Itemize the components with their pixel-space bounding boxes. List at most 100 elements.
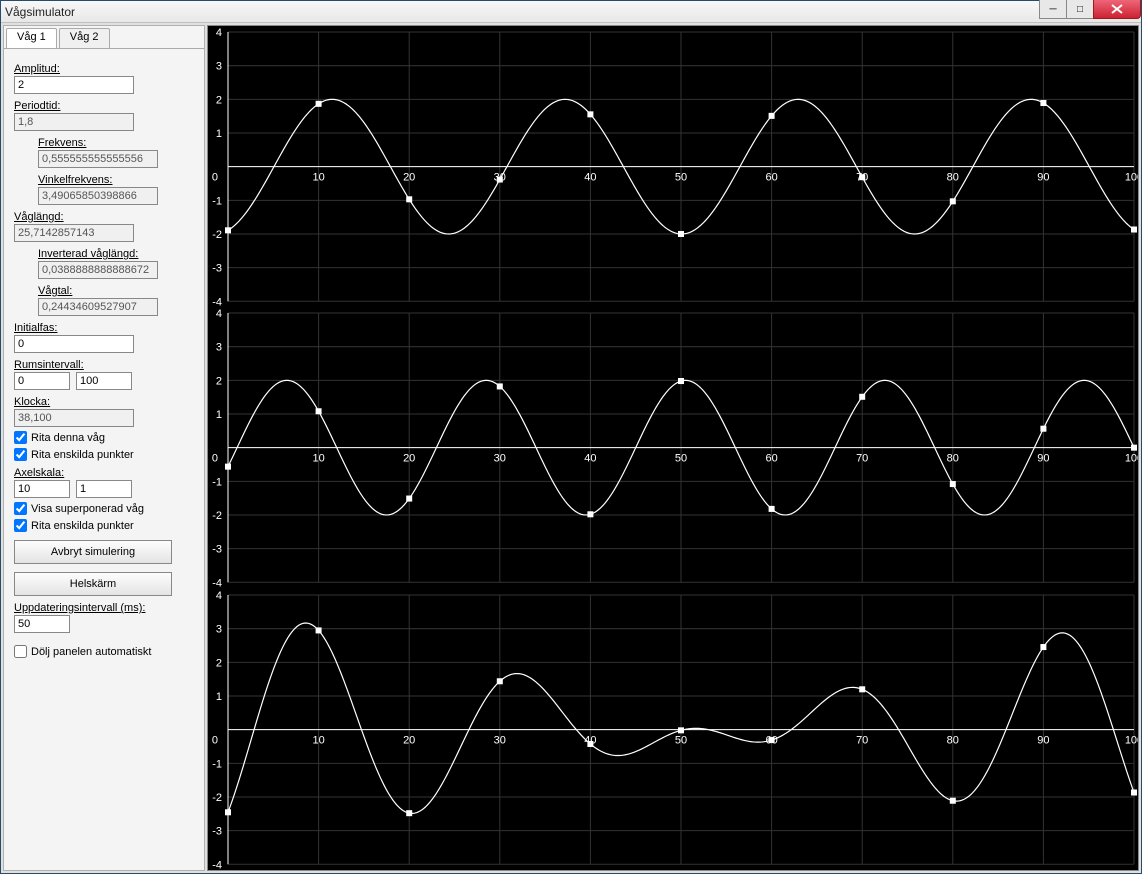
svg-text:-4: -4 [212,296,222,307]
app-body: Våg 1 Våg 2 Amplitud: Periodtid: Frekven… [1,23,1141,873]
svg-text:80: 80 [947,734,959,746]
svg-text:0: 0 [212,453,218,465]
svg-text:100: 100 [1125,172,1138,184]
svg-text:-2: -2 [212,792,222,804]
abort-simulation-button[interactable]: Avbryt simulering [14,540,172,564]
axis-scale-y-input[interactable] [76,480,132,498]
svg-text:70: 70 [856,734,868,746]
autohide-panel-checkbox[interactable] [14,645,27,658]
draw-points-checkbox-row: Rita enskilda punkter [14,448,194,461]
svg-text:-3: -3 [212,263,222,275]
svg-text:4: 4 [216,308,222,320]
svg-text:-3: -3 [212,544,222,556]
svg-text:30: 30 [494,453,506,465]
wavenumber-input[interactable] [38,298,158,316]
svg-text:-2: -2 [212,229,222,241]
svg-text:2: 2 [216,657,222,669]
svg-text:50: 50 [675,453,687,465]
maximize-button[interactable]: □ [1066,0,1094,19]
svg-text:80: 80 [947,453,959,465]
space-interval-hi-input[interactable] [76,372,132,390]
amplitude-label: Amplitud: [14,63,194,75]
clock-input[interactable] [14,409,134,427]
initial-phase-label: Initialfas: [14,322,194,334]
svg-text:10: 10 [312,734,324,746]
fullscreen-button[interactable]: Helskärm [14,572,172,596]
svg-text:50: 50 [675,172,687,184]
show-superposed-checkbox[interactable] [14,502,27,515]
svg-text:-4: -4 [212,859,222,870]
svg-text:-1: -1 [212,195,222,207]
minimize-button[interactable]: ─ [1039,0,1067,19]
svg-text:2: 2 [216,376,222,388]
autohide-panel-checkbox-row: Dölj panelen automatiskt [14,645,194,658]
frequency-input[interactable] [38,150,158,168]
svg-text:10: 10 [312,172,324,184]
amplitude-input[interactable] [14,76,134,94]
svg-text:3: 3 [216,342,222,354]
close-button[interactable] [1093,0,1141,19]
draw-super-points-checkbox-row: Rita enskilda punkter [14,519,194,532]
svg-text:-2: -2 [212,510,222,522]
svg-text:3: 3 [216,61,222,73]
svg-text:60: 60 [765,453,777,465]
tab-bar: Våg 1 Våg 2 [4,26,204,48]
initial-phase-input[interactable] [14,335,134,353]
autohide-panel-checkbox-label: Dölj panelen automatiskt [31,646,151,658]
space-interval-label: Rumsintervall: [14,359,194,371]
panel-body: Amplitud: Periodtid: Frekvens: Vinkelfre… [4,48,204,870]
plot-wave-1: 102030405060708090100-4-3-2-101234 [208,26,1138,307]
svg-text:100: 100 [1125,453,1138,465]
angular-frequency-label: Vinkelfrekvens: [38,174,194,186]
svg-text:1: 1 [216,128,222,140]
clock-label: Klocka: [14,396,194,408]
titlebar[interactable]: Vågsimulator ─ □ [1,1,1141,23]
svg-text:50: 50 [675,734,687,746]
svg-text:3: 3 [216,623,222,635]
angular-frequency-input[interactable] [38,187,158,205]
svg-text:-1: -1 [212,758,222,770]
tab-wave-1[interactable]: Våg 1 [6,28,57,48]
svg-text:2: 2 [216,94,222,106]
draw-wave-checkbox[interactable] [14,431,27,444]
draw-wave-checkbox-row: Rita denna våg [14,431,194,444]
svg-text:-3: -3 [212,825,222,837]
svg-text:-1: -1 [212,477,222,489]
period-input[interactable] [14,113,134,131]
window-buttons: ─ □ [1040,0,1141,19]
show-superposed-checkbox-row: Visa superponerad våg [14,502,194,515]
svg-text:20: 20 [403,172,415,184]
svg-text:70: 70 [856,453,868,465]
app-window: Vågsimulator ─ □ Våg 1 Våg 2 Amplitud: P… [0,0,1142,874]
svg-text:90: 90 [1037,172,1049,184]
svg-text:-4: -4 [212,578,222,589]
inv-wavelength-label: Inverterad våglängd: [38,248,194,260]
tab-wave-2[interactable]: Våg 2 [59,28,110,48]
side-panel: Våg 1 Våg 2 Amplitud: Periodtid: Frekven… [3,25,205,871]
wavelength-label: Våglängd: [14,211,194,223]
svg-text:20: 20 [403,453,415,465]
wavelength-input[interactable] [14,224,134,242]
draw-super-points-checkbox[interactable] [14,519,27,532]
axis-scale-x-input[interactable] [14,480,70,498]
space-interval-lo-input[interactable] [14,372,70,390]
svg-text:4: 4 [216,27,222,39]
svg-text:0: 0 [212,172,218,184]
wavenumber-label: Vågtal: [38,285,194,297]
period-label: Periodtid: [14,100,194,112]
svg-text:1: 1 [216,691,222,703]
svg-text:0: 0 [212,734,218,746]
inv-wavelength-input[interactable] [38,261,158,279]
frequency-label: Frekvens: [38,137,194,149]
update-interval-label: Uppdateringsintervall (ms): [14,602,194,614]
svg-text:90: 90 [1037,734,1049,746]
update-interval-input[interactable] [14,615,70,633]
draw-points-checkbox[interactable] [14,448,27,461]
svg-text:40: 40 [584,453,596,465]
svg-text:90: 90 [1037,453,1049,465]
plot-wave-2: 102030405060708090100-4-3-2-101234 [208,307,1138,588]
draw-wave-checkbox-label: Rita denna våg [31,432,105,444]
show-superposed-checkbox-label: Visa superponerad våg [31,503,144,515]
svg-text:40: 40 [584,172,596,184]
axis-scale-label: Axelskala: [14,467,194,479]
